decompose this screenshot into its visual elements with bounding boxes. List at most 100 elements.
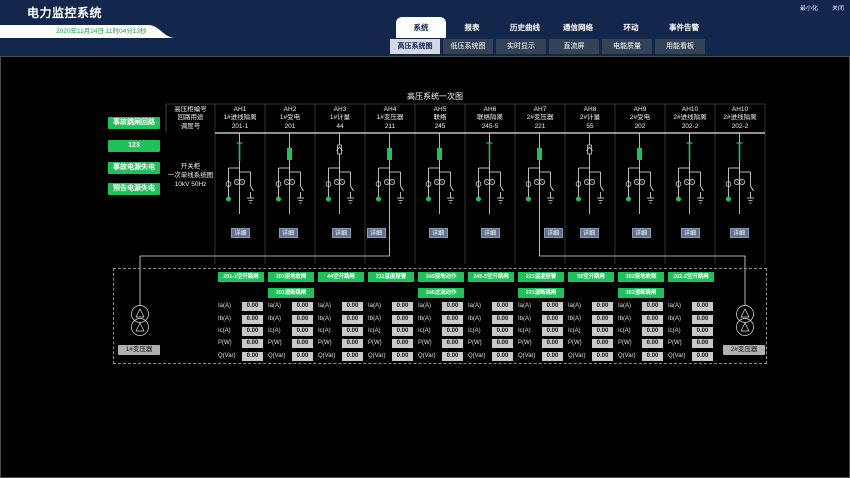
cabinet-1-measure-value: 0.00 [242, 302, 263, 311]
cabinet-8-purpose: 2#计量 [579, 114, 601, 121]
subtab-lv-diagram[interactable]: 低压系统图 [443, 39, 493, 54]
cabinet-11-purpose: 2#进线隔离 [723, 114, 757, 121]
cabinet-4-measure-label: Q(Var) [368, 353, 386, 359]
cabinet-2-detail-button[interactable]: 详细 [278, 228, 298, 238]
cabinet-9-measure-value: 0.00 [642, 352, 663, 361]
cabinet-5-detail-button[interactable]: 详细 [428, 228, 448, 238]
cabinet-4-measure-value: 0.00 [392, 315, 413, 324]
tab-environment[interactable]: 环动 [606, 17, 656, 38]
cabinet-9-detail-button[interactable]: 详细 [631, 228, 651, 238]
cabinet-10-measure-value: 0.00 [692, 339, 713, 348]
tab-history-curve[interactable]: 历史曲线 [500, 17, 550, 38]
cabinet-1-measure-label: Ib(A) [218, 316, 232, 322]
cabinet-10-dispatch: 202-2 [681, 123, 699, 130]
cabinet-11-detail-button[interactable]: 详细 [729, 228, 749, 238]
cabinet-10-measure-value: 0.00 [692, 315, 713, 324]
tab-system[interactable]: 系统 [396, 17, 446, 38]
subtab-dc-panel[interactable]: 直流屏 [549, 39, 599, 54]
cabinet-10-measure-label: Ic(A) [668, 328, 681, 334]
cabinet-7-measure-value: 0.00 [542, 302, 563, 311]
tab-event-alarm[interactable]: 事件告警 [659, 17, 709, 38]
cabinet-4-detail-button[interactable]: 详细 [366, 228, 386, 238]
cabinet-2-measure-value: 0.00 [292, 302, 313, 311]
cabinet-6-detail-button[interactable]: 详细 [480, 228, 500, 238]
cabinet-9-measure-label: Ia(A) [618, 303, 632, 309]
cabinet-10-detail-button[interactable]: 详细 [680, 228, 700, 238]
transformer-1-label[interactable]: 1#变压器 [118, 345, 160, 355]
cabinet-7-measure-label: P(W) [518, 340, 532, 346]
cabinet-5-measure-value: 0.00 [442, 302, 463, 311]
cabinet-7-measure-value: 0.00 [542, 352, 563, 361]
app-window: 电力监控系统 2020年11月24日 11时04分13秒 最小化 关闭 高压系统… [0, 0, 850, 478]
cabinet-4-measure-label: Ic(A) [368, 328, 381, 334]
tab-comm-network[interactable]: 通信网络 [553, 17, 603, 38]
alarm-123-button[interactable]: 123 [108, 140, 160, 152]
cabinet-9-measure-value: 0.00 [642, 302, 663, 311]
subtab-energy-dashboard[interactable]: 用能看板 [655, 39, 705, 54]
tab-reports[interactable]: 报表 [447, 17, 497, 38]
close-button[interactable]: 关闭 [832, 5, 844, 13]
diagram-title: 高压系统一次图 [407, 92, 463, 101]
cabinet-9-measure-value: 0.00 [642, 327, 663, 336]
cabinet-9-purpose: 2#受电 [629, 114, 651, 121]
cabinet-9-alarm-status: 202速断跳闸 [618, 288, 664, 298]
cabinet-1-alarm-status: 201-1空开跳闸 [218, 272, 264, 282]
cabinet-4-measure-value: 0.00 [392, 302, 413, 311]
accident-power-loss-button[interactable]: 事故电源失电 [108, 162, 160, 174]
cabinet-1-purpose: 1#进线隔离 [223, 114, 257, 121]
cabinet-4-purpose: 1#变压器 [376, 114, 404, 121]
cabinet-10-measure-value: 0.00 [692, 352, 713, 361]
cabinet-3-measure-label: Ib(A) [318, 316, 332, 322]
cabinet-6-measure-label: Q(Var) [468, 353, 486, 359]
cabinet-5-measure-label: P(W) [418, 340, 432, 346]
cabinet-1-id: AH1 [233, 106, 247, 113]
cabinet-3-id: AH3 [333, 106, 347, 113]
cabinet-4-measure-label: Ib(A) [368, 316, 382, 322]
cabinet-3-purpose: 1#计量 [329, 114, 351, 121]
cabinet-10-alarm-status: 202-2空开跳闸 [668, 272, 714, 282]
cabinet-3-measure-value: 0.00 [342, 302, 363, 311]
cabinet-3-measure-label: P(W) [318, 340, 332, 346]
cabinet-8-measure-value: 0.00 [592, 315, 613, 324]
minimize-button[interactable]: 最小化 [800, 5, 818, 13]
app-title: 电力监控系统 [27, 6, 103, 20]
cabinet-4-id: AH4 [383, 106, 397, 113]
cabinet-3-detail-button[interactable]: 详细 [331, 228, 351, 238]
cabinet-7-alarm-status: 221温度报警 [518, 272, 564, 282]
cabinet-6-measure-label: Ib(A) [468, 316, 482, 322]
cabinet-3-measure-value: 0.00 [342, 339, 363, 348]
system-note-line3: 10kV 50Hz [174, 181, 207, 188]
cabinet-2-dispatch: 201 [284, 123, 296, 130]
cabinet-2-measure-value: 0.00 [292, 339, 313, 348]
cabinet-3-measure-value: 0.00 [342, 352, 363, 361]
cabinet-6-measure-label: Ic(A) [468, 328, 481, 334]
subtab-realtime[interactable]: 实时显示 [496, 39, 546, 54]
cabinet-4-dispatch: 211 [384, 123, 396, 130]
cabinet-10-measure-label: Q(Var) [668, 353, 686, 359]
cabinet-1-detail-button[interactable]: 详细 [231, 228, 250, 238]
cabinet-2-measure-label: Q(Var) [268, 353, 286, 359]
cabinet-7-detail-button[interactable]: 详细 [543, 228, 563, 238]
cabinet-10-id: AH10 [681, 106, 699, 113]
cabinet-9-id: AH9 [633, 106, 647, 113]
cabinet-5-alarm-status: 245接地动作 [418, 272, 464, 282]
cabinet-6-measure-label: Ia(A) [468, 303, 482, 309]
cabinet-8-alarm-status: 55空开跳闸 [568, 272, 614, 282]
cabinet-7-purpose: 2#变压器 [526, 114, 554, 121]
cabinet-8-detail-button[interactable]: 详细 [579, 228, 599, 238]
cabinet-9-measure-label: Ib(A) [618, 316, 632, 322]
cabinet-9-dispatch: 202 [634, 123, 646, 130]
cabinet-4-measure-label: Ia(A) [368, 303, 382, 309]
warning-power-loss-button[interactable]: 预告电源失电 [108, 183, 160, 195]
cabinet-3-measure-value: 0.00 [342, 315, 363, 324]
accident-trip-circuit-button[interactable]: 事故跳闸回路 [108, 117, 160, 129]
datetime-display: 2020年11月24日 11时04分13秒 [56, 28, 147, 35]
cabinet-9-measure-label: Ic(A) [618, 328, 631, 334]
transformer-2-label[interactable]: 2#变压器 [723, 345, 765, 355]
cabinet-7-dispatch: 221 [534, 123, 546, 130]
subtab-hv-diagram[interactable]: 高压系统图 [390, 39, 440, 54]
cabinet-6-purpose: 联络隔离 [477, 114, 503, 121]
cabinet-8-measure-label: P(W) [568, 340, 582, 346]
subtab-power-quality[interactable]: 电能质量 [602, 39, 652, 54]
cabinet-8-measure-label: Q(Var) [568, 353, 586, 359]
